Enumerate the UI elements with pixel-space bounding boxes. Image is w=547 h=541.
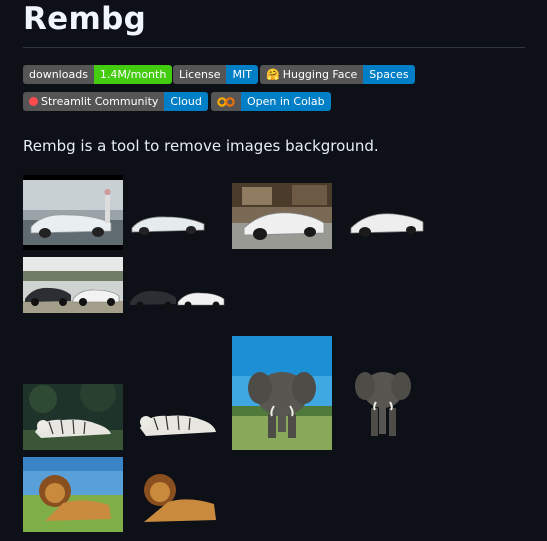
- two-cars-cutout-image: [128, 282, 228, 308]
- streamlit-icon: [29, 97, 38, 106]
- two-cars-original-image: [23, 257, 123, 313]
- hugging-face-icon: 🤗: [266, 68, 280, 81]
- elephant-cutout-image: [347, 358, 419, 442]
- car-original-image: [23, 175, 123, 250]
- description: Rembg is a tool to remove images backgro…: [23, 137, 379, 155]
- badge-value: 1.4M/month: [93, 65, 173, 84]
- badge-label: License: [173, 65, 227, 84]
- page-title: Rembg: [23, 1, 147, 37]
- badge-label: Hugging Face: [282, 68, 358, 81]
- license-badge[interactable]: License MIT: [173, 65, 258, 84]
- colab-icon: [217, 96, 235, 107]
- colab-badge[interactable]: Open in Colab: [211, 92, 331, 111]
- tiger-cutout-image: [128, 398, 228, 442]
- mclaren-original-image: [232, 183, 332, 249]
- badge-value: MIT: [226, 65, 258, 84]
- badge-label: Streamlit Community: [41, 95, 159, 108]
- hugging-face-badge[interactable]: 🤗 Hugging Face Spaces: [260, 65, 415, 84]
- badge-value: Cloud: [164, 92, 208, 111]
- elephant-original-image: [232, 336, 332, 450]
- title-divider: [23, 47, 525, 48]
- streamlit-badge[interactable]: Streamlit Community Cloud: [23, 92, 208, 111]
- badge-label: downloads: [23, 65, 94, 84]
- lion-cutout-image: [128, 460, 228, 532]
- car-cutout-image: [128, 200, 208, 240]
- badge-value: Spaces: [363, 65, 415, 84]
- tiger-original-image: [23, 384, 123, 450]
- mclaren-cutout-image: [347, 200, 427, 242]
- badge-value: Open in Colab: [241, 92, 331, 111]
- lion-original-image: [23, 457, 123, 532]
- downloads-badge[interactable]: downloads 1.4M/month: [23, 65, 173, 84]
